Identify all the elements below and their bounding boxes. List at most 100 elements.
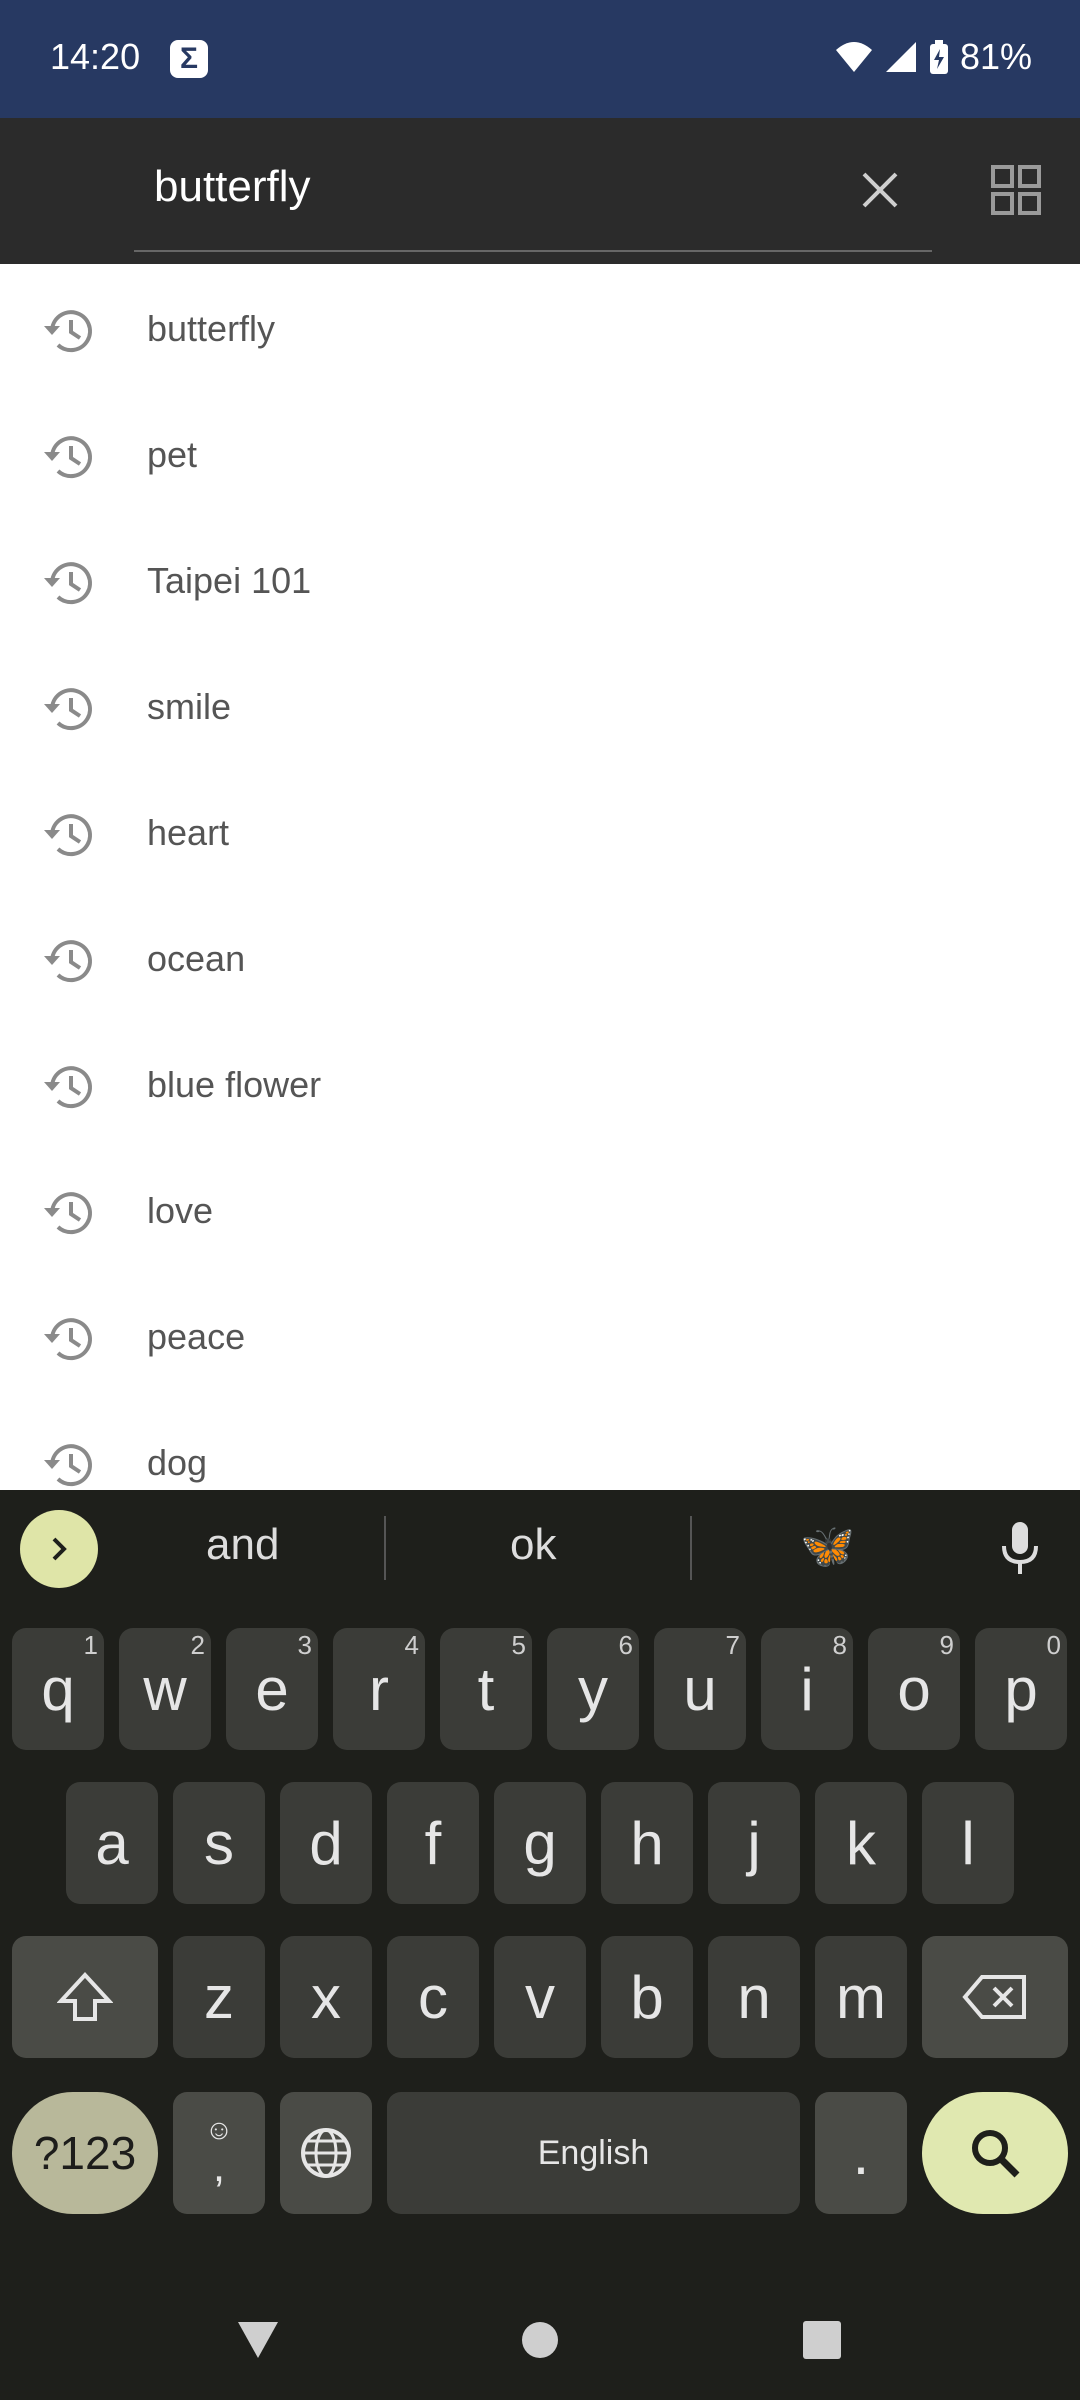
key-j[interactable]: j <box>708 1782 800 1904</box>
close-icon <box>862 172 898 208</box>
expand-toolbar-button[interactable] <box>20 1510 98 1588</box>
key-label: m <box>836 1963 886 2031</box>
key-hint: 2 <box>190 1630 205 1660</box>
history-item[interactable]: peace <box>0 1272 1080 1398</box>
comma-key[interactable]: ☺ , <box>173 2092 265 2214</box>
back-button[interactable] <box>218 2310 298 2370</box>
clear-search-button[interactable] <box>848 158 912 222</box>
key-m[interactable]: m <box>815 1936 907 2058</box>
key-r[interactable]: r4 <box>333 1628 425 1750</box>
key-t[interactable]: t5 <box>440 1628 532 1750</box>
key-x[interactable]: x <box>280 1936 372 2058</box>
history-item[interactable]: smile <box>0 642 1080 768</box>
home-circle-icon <box>522 2322 558 2358</box>
key-z[interactable]: z <box>173 1936 265 2058</box>
key-g[interactable]: g <box>494 1782 586 1904</box>
soft-keyboard: and ok 🦋 q1 w2 e3 r4 t5 y6 u7 i8 o9 p0 a… <box>0 1490 1080 2400</box>
key-label: k <box>846 1809 876 1877</box>
key-h[interactable]: h <box>601 1782 693 1904</box>
key-u[interactable]: u7 <box>654 1628 746 1750</box>
suggestion-word[interactable]: ok <box>510 1520 556 1570</box>
key-hint: 4 <box>404 1630 419 1660</box>
history-icon <box>44 310 92 353</box>
key-label: , <box>212 2142 226 2191</box>
history-item-label: peace <box>147 1316 246 1357</box>
key-n[interactable]: n <box>708 1936 800 2058</box>
home-button[interactable] <box>500 2310 580 2370</box>
navigation-bar <box>0 2280 1080 2400</box>
key-e[interactable]: e3 <box>226 1628 318 1750</box>
status-icons: 81% <box>834 34 1032 80</box>
key-y[interactable]: y6 <box>547 1628 639 1750</box>
key-l[interactable]: l <box>922 1782 1014 1904</box>
history-icon <box>44 814 92 857</box>
key-label: n <box>737 1963 771 2031</box>
key-w[interactable]: w2 <box>119 1628 211 1750</box>
recents-button[interactable] <box>782 2310 862 2370</box>
history-item-label: blue flower <box>147 1064 322 1105</box>
grid-view-button[interactable] <box>984 158 1048 222</box>
globe-icon <box>301 2128 351 2178</box>
key-label: i <box>800 1655 814 1723</box>
grid-view-icon <box>991 165 1041 215</box>
key-label: w <box>143 1655 187 1723</box>
key-k[interactable]: k <box>815 1782 907 1904</box>
backspace-icon <box>962 1975 1026 2019</box>
key-label: j <box>747 1809 761 1877</box>
suggestion-strip: and ok 🦋 <box>0 1490 1080 1602</box>
shift-icon <box>57 1972 113 2021</box>
history-item[interactable]: pet <box>0 390 1080 516</box>
key-label: y <box>578 1655 608 1723</box>
suggestion-emoji[interactable]: 🦋 <box>800 1520 855 1572</box>
key-hint: 0 <box>1046 1630 1061 1660</box>
history-item[interactable]: dog <box>0 1398 1080 1490</box>
symbols-key[interactable]: ?123 <box>12 2092 158 2214</box>
key-label: h <box>630 1809 664 1877</box>
key-p[interactable]: p0 <box>975 1628 1067 1750</box>
key-label: c <box>418 1963 448 2031</box>
key-hint: 6 <box>618 1630 633 1660</box>
language-key[interactable] <box>280 2092 372 2214</box>
suggestion-word[interactable]: and <box>206 1520 279 1570</box>
shift-key[interactable] <box>12 1936 158 2058</box>
key-hint: 5 <box>511 1630 526 1660</box>
suggestion-divider <box>384 1516 386 1580</box>
key-i[interactable]: i8 <box>761 1628 853 1750</box>
search-key[interactable] <box>922 2092 1068 2214</box>
backspace-key[interactable] <box>922 1936 1068 2058</box>
key-label: g <box>523 1809 557 1877</box>
key-f[interactable]: f <box>387 1782 479 1904</box>
history-item[interactable]: butterfly <box>0 264 1080 390</box>
key-d[interactable]: d <box>280 1782 372 1904</box>
history-item[interactable]: Taipei 101 <box>0 516 1080 642</box>
battery-percent: 81% <box>959 36 1032 77</box>
search-icon <box>972 2130 1020 2178</box>
search-toolbar: butterfly <box>0 118 1080 264</box>
history-item[interactable]: blue flower <box>0 1020 1080 1146</box>
history-icon <box>44 1444 92 1487</box>
key-q[interactable]: q1 <box>12 1628 104 1750</box>
key-b[interactable]: b <box>601 1936 693 2058</box>
history-item-label: ocean <box>147 938 246 979</box>
battery-charging-icon <box>929 40 948 74</box>
signal-icon <box>885 42 916 72</box>
key-hint: 7 <box>725 1630 740 1660</box>
key-hint: 8 <box>832 1630 847 1660</box>
history-item[interactable]: ocean <box>0 894 1080 1020</box>
period-key[interactable]: . <box>815 2092 907 2214</box>
key-o[interactable]: o9 <box>868 1628 960 1750</box>
key-label: a <box>95 1809 129 1877</box>
key-c[interactable]: c <box>387 1936 479 2058</box>
key-v[interactable]: v <box>494 1936 586 2058</box>
microphone-icon <box>1002 1522 1038 1574</box>
history-icon <box>44 436 92 479</box>
key-hint: 9 <box>939 1630 954 1660</box>
history-item[interactable]: heart <box>0 768 1080 894</box>
history-item[interactable]: love <box>0 1146 1080 1272</box>
key-a[interactable]: a <box>66 1782 158 1904</box>
voice-input-button[interactable] <box>990 1516 1050 1580</box>
search-input[interactable]: butterfly <box>154 162 311 212</box>
status-bar: 14:20 Σ 81% <box>0 0 1080 118</box>
key-s[interactable]: s <box>173 1782 265 1904</box>
space-key[interactable]: English <box>387 2092 800 2214</box>
